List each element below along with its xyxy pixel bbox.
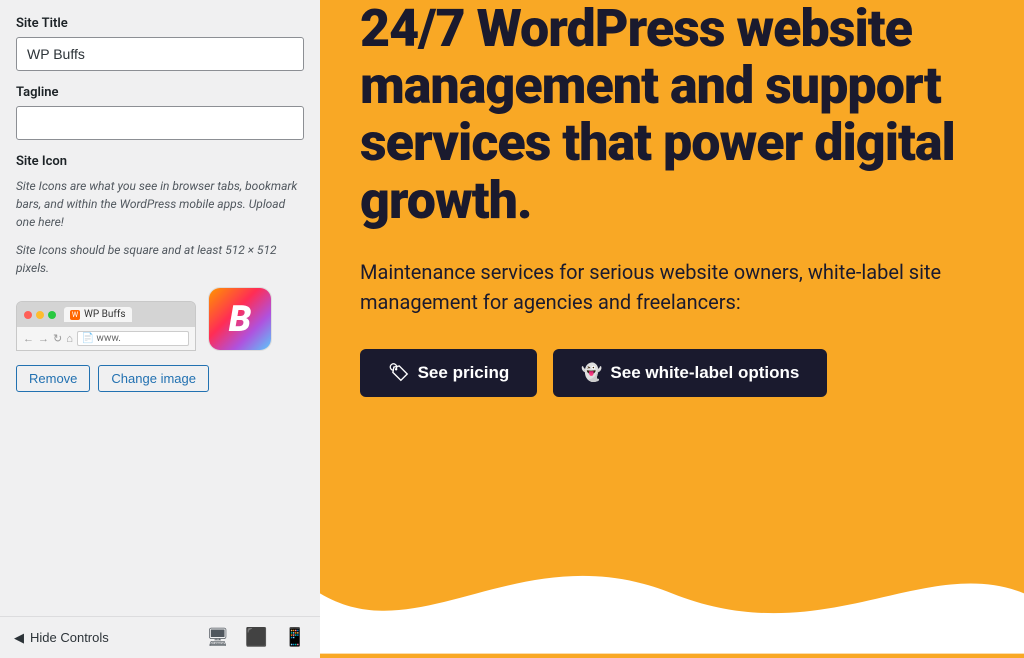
tagline-input[interactable] — [16, 106, 304, 140]
site-icon-gradient: B — [209, 288, 271, 350]
address-text: www. — [96, 333, 121, 344]
icon-preview-container: W WP Buffs ← → ↻ ⌂ 📄 www. B — [16, 287, 304, 351]
page-icon: 📄 — [82, 333, 94, 344]
tab-favicon-icon: W — [70, 310, 80, 320]
forward-icon: → — [38, 332, 49, 345]
icon-letter: B — [229, 298, 252, 340]
icon-action-buttons: Remove Change image — [16, 365, 304, 392]
chevron-left-icon: ◀ — [14, 630, 24, 646]
see-pricing-label: See pricing — [418, 363, 510, 383]
device-icons: 🖥 ⬛ 📱 — [206, 627, 306, 648]
address-bar: 📄 www. — [77, 331, 189, 346]
site-title-label: Site Title — [16, 16, 304, 31]
change-image-button[interactable]: Change image — [98, 365, 209, 392]
desktop-icon[interactable]: 🖥 — [206, 627, 229, 648]
home-icon: ⌂ — [66, 332, 73, 345]
hero-subtitle: Maintenance services for serious website… — [360, 257, 960, 317]
browser-chrome: W WP Buffs — [17, 302, 195, 327]
browser-tab-label: WP Buffs — [84, 309, 126, 320]
wave-decoration — [320, 533, 1024, 658]
remove-icon-button[interactable]: Remove — [16, 365, 90, 392]
pricing-tag-icon: 🏷 — [388, 363, 410, 383]
tagline-label: Tagline — [16, 85, 304, 100]
panel-content: Site Title Tagline Site Icon Site Icons … — [0, 0, 320, 658]
see-pricing-button[interactable]: 🏷 See pricing — [360, 349, 537, 397]
browser-tab: W WP Buffs — [64, 307, 132, 322]
hide-controls-button[interactable]: ◀ Hide Controls — [14, 630, 109, 646]
dot-yellow-icon — [36, 311, 44, 319]
cta-buttons: 🏷 See pricing 👻 See white-label options — [360, 349, 960, 397]
see-white-label-label: See white-label options — [610, 363, 799, 383]
mobile-icon[interactable]: 📱 — [284, 627, 306, 648]
site-icon-preview: B — [208, 287, 272, 351]
site-preview-panel: 24/7 WordPress website management and su… — [320, 0, 1024, 658]
site-icon-desc1: Site Icons are what you see in browser t… — [16, 177, 304, 231]
browser-nav: ← → ↻ ⌂ 📄 www. — [17, 327, 195, 350]
site-icon-label: Site Icon — [16, 154, 304, 169]
dot-red-icon — [24, 311, 32, 319]
bottom-bar: ◀ Hide Controls 🖥 ⬛ 📱 — [0, 616, 320, 658]
back-icon: ← — [23, 332, 34, 345]
site-title-input[interactable] — [16, 37, 304, 71]
site-content: 24/7 WordPress website management and su… — [320, 0, 1000, 437]
refresh-icon: ↻ — [53, 332, 62, 345]
browser-mockup: W WP Buffs ← → ↻ ⌂ 📄 www. — [16, 301, 196, 351]
ghost-icon: 👻 — [581, 363, 602, 383]
customizer-panel: Site Title Tagline Site Icon Site Icons … — [0, 0, 320, 658]
hide-controls-label: Hide Controls — [30, 630, 109, 645]
hero-title: 24/7 WordPress website management and su… — [360, 0, 960, 229]
dot-green-icon — [48, 311, 56, 319]
site-icon-desc2: Site Icons should be square and at least… — [16, 241, 304, 277]
see-white-label-button[interactable]: 👻 See white-label options — [553, 349, 827, 397]
tablet-icon[interactable]: ⬛ — [245, 627, 267, 648]
